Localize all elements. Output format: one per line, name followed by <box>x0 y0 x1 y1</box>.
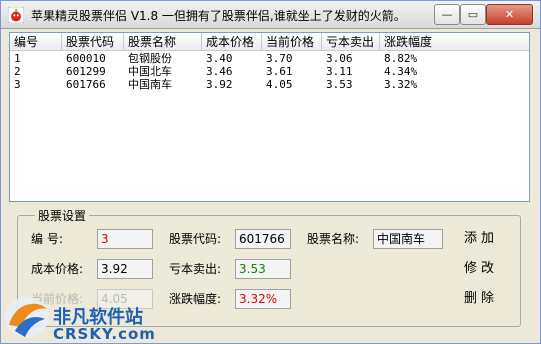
watermark-url: CRSKY.com <box>53 325 156 343</box>
cell-change: 8.82% <box>384 52 418 65</box>
cell-stoploss: 3.06 <box>326 52 353 65</box>
id-label: 编 号: <box>31 232 63 246</box>
stock-settings-title: 股票设置 <box>35 207 90 224</box>
cell-name: 中国北车 <box>128 65 172 78</box>
column-header-name[interactable]: 股票名称 <box>124 33 202 51</box>
cell-code: 601766 <box>66 78 106 91</box>
cell-current: 3.61 <box>266 65 293 78</box>
stoploss-label: 亏本卖出: <box>169 262 222 276</box>
table-row[interactable]: 2 601299 中国北车 3.46 3.61 3.11 4.34% <box>10 65 529 78</box>
cost-field[interactable]: 3.92 <box>97 259 153 279</box>
column-header-stoploss[interactable]: 亏本卖出 <box>322 33 380 51</box>
cell-id: 2 <box>14 65 21 78</box>
list-header: 编号 股票代码 股票名称 成本价格 当前价格 亏本卖出 涨跌幅度 <box>10 33 529 51</box>
cell-name: 中国南车 <box>128 78 172 91</box>
add-button[interactable]: 添加 <box>464 229 498 249</box>
apple-app-icon <box>8 7 24 23</box>
cell-id: 1 <box>14 52 21 65</box>
name-label: 股票名称: <box>307 232 360 246</box>
window-title: 苹果精灵股票伴侣 V1.8 一但拥有了股票伴侣,谁就坐上了发财的火箭。 <box>31 9 406 23</box>
id-field[interactable]: 3 <box>97 229 153 249</box>
cell-stoploss: 3.11 <box>326 65 353 78</box>
delete-button[interactable]: 删除 <box>464 289 498 309</box>
column-header-id[interactable]: 编号 <box>10 33 62 51</box>
app-window: 苹果精灵股票伴侣 V1.8 一但拥有了股票伴侣,谁就坐上了发财的火箭。 — ▭ … <box>0 0 541 344</box>
column-header-code[interactable]: 股票代码 <box>62 33 124 51</box>
cell-code: 601299 <box>66 65 106 78</box>
title-bar[interactable]: 苹果精灵股票伴侣 V1.8 一但拥有了股票伴侣,谁就坐上了发财的火箭。 — ▭ … <box>1 1 540 29</box>
edit-button[interactable]: 修改 <box>464 259 498 279</box>
stoploss-field[interactable]: 3.53 <box>235 259 291 279</box>
minimize-button[interactable]: — <box>434 4 460 25</box>
cell-change: 4.34% <box>384 65 418 78</box>
cell-id: 3 <box>14 78 21 91</box>
cell-current: 3.70 <box>266 52 293 65</box>
name-field[interactable]: 中国南车 <box>373 229 443 249</box>
table-row[interactable]: 3 601766 中国南车 3.92 4.05 3.53 3.32% <box>10 78 529 91</box>
change-label: 涨跌幅度: <box>169 292 222 306</box>
cell-current: 4.05 <box>266 78 293 91</box>
cost-label: 成本价格: <box>31 262 84 276</box>
cell-name: 包钢股份 <box>128 52 172 65</box>
column-header-cost[interactable]: 成本价格 <box>202 33 262 51</box>
code-label: 股票代码: <box>169 232 222 246</box>
column-header-change[interactable]: 涨跌幅度 <box>380 33 529 51</box>
cell-cost: 3.46 <box>206 65 233 78</box>
cell-change: 3.32% <box>384 78 418 91</box>
code-field[interactable]: 601766 <box>235 229 291 249</box>
column-header-current[interactable]: 当前价格 <box>262 33 322 51</box>
cell-stoploss: 3.53 <box>326 78 353 91</box>
cell-cost: 3.92 <box>206 78 233 91</box>
table-row[interactable]: 1 600010 包钢股份 3.40 3.70 3.06 8.82% <box>10 52 529 65</box>
cell-code: 600010 <box>66 52 106 65</box>
maximize-button[interactable]: ▭ <box>460 4 486 25</box>
change-field[interactable]: 3.32% <box>235 289 291 309</box>
close-button[interactable]: ✕ <box>486 4 533 25</box>
cell-cost: 3.40 <box>206 52 233 65</box>
stock-list[interactable]: 编号 股票代码 股票名称 成本价格 当前价格 亏本卖出 涨跌幅度 1 60001… <box>9 32 530 202</box>
